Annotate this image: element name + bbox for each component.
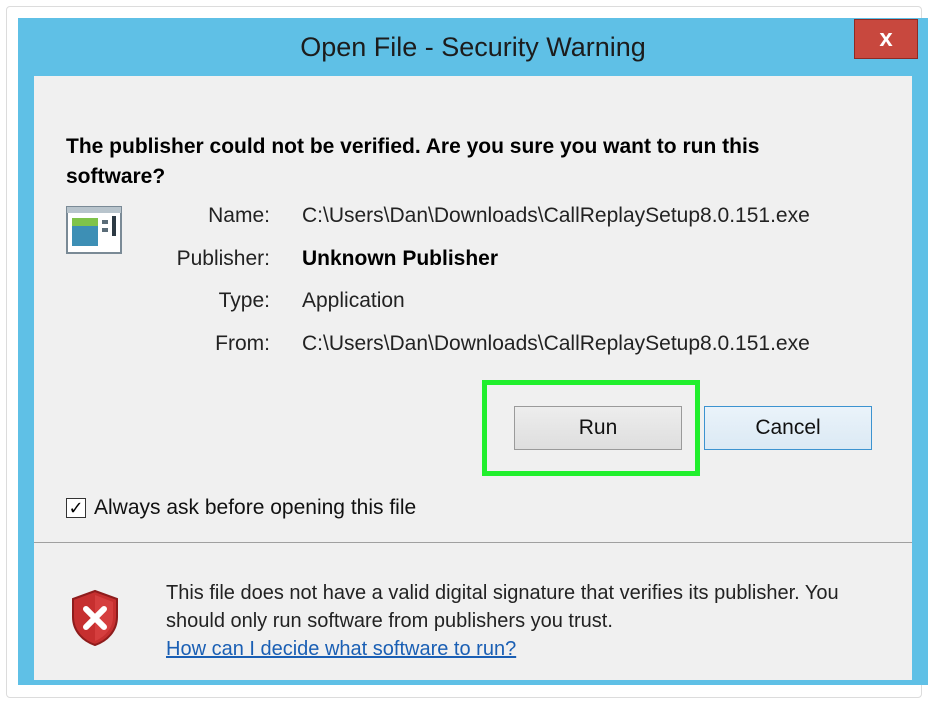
type-value: Application [302, 289, 405, 312]
help-link[interactable]: How can I decide what software to run? [166, 635, 516, 663]
window-title: Open File - Security Warning [300, 32, 646, 62]
warning-footer: This file does not have a valid digital … [34, 543, 912, 680]
always-ask-checkbox-row[interactable]: ✓ Always ask before opening this file [66, 496, 416, 520]
cancel-button[interactable]: Cancel [704, 406, 872, 450]
name-label: Name: [208, 204, 270, 227]
always-ask-checkbox[interactable]: ✓ [66, 498, 86, 518]
from-value: C:\Users\Dan\Downloads\CallReplaySetup8.… [302, 332, 810, 355]
dialog-main-section: The publisher could not be verified. Are… [34, 76, 912, 542]
publisher-label: Publisher: [176, 247, 270, 270]
close-button[interactable]: x [854, 19, 918, 59]
title-bar[interactable]: Open File - Security Warning x [18, 18, 928, 76]
type-label: Type: [218, 289, 270, 312]
dialog-heading: The publisher could not be verified. Are… [66, 135, 760, 188]
always-ask-label[interactable]: Always ask before opening this file [94, 496, 416, 520]
publisher-value: Unknown Publisher [302, 247, 499, 270]
run-button-highlight [482, 380, 700, 476]
dialog-window: Open File - Security Warning x The publi… [18, 18, 928, 685]
from-label: From: [215, 332, 270, 355]
warning-shield-icon [72, 589, 118, 647]
signature-warning-text: This file does not have a valid digital … [166, 582, 839, 632]
dialog-body: The publisher could not be verified. Are… [34, 76, 912, 680]
name-value: C:\Users\Dan\Downloads\CallReplaySetup8.… [302, 204, 810, 227]
